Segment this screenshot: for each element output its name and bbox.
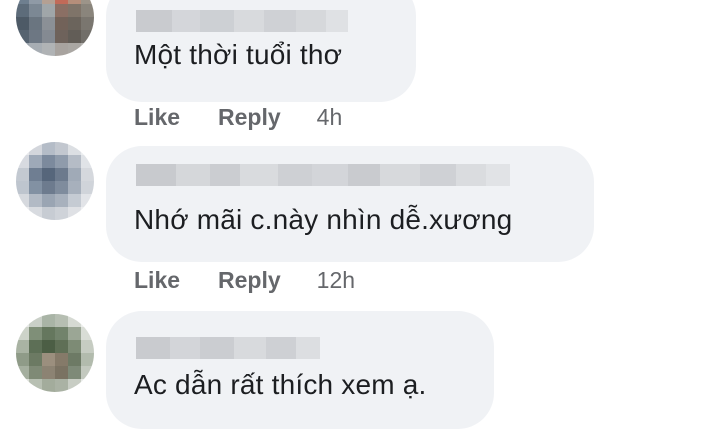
author-name[interactable] [136,10,348,32]
author-name[interactable] [136,164,510,186]
timestamp[interactable]: 12h [317,267,355,294]
comment-text: Nhớ mãi c.này nhìn dễ.xương [134,204,513,235]
comment-bubble: Nhớ mãi c.này nhìn dễ.xương [106,146,594,262]
avatar[interactable] [16,314,94,392]
comment-text: Một thời tuổi thơ [134,39,343,70]
comment-item: Ac dẫn rất thích xem ạ. [0,300,720,433]
like-button[interactable]: Like [134,104,180,131]
timestamp[interactable]: 4h [317,104,343,131]
avatar[interactable] [16,142,94,220]
avatar[interactable] [16,0,94,56]
comment-actions: Like Reply 4h [134,104,342,131]
reply-button[interactable]: Reply [218,267,281,294]
comment-bubble: Một thời tuổi thơ [106,0,416,102]
reply-button[interactable]: Reply [218,104,281,131]
comment-item: Nhớ mãi c.này nhìn dễ.xương Like Reply 1… [0,140,720,300]
comment-actions: Like Reply 12h [134,267,355,294]
like-button[interactable]: Like [134,267,180,294]
author-name[interactable] [136,337,320,359]
comment-item: Một thời tuổi thơ Like Reply 4h [0,0,720,140]
comment-bubble: Ac dẫn rất thích xem ạ. [106,311,494,429]
comment-text: Ac dẫn rất thích xem ạ. [134,369,427,400]
